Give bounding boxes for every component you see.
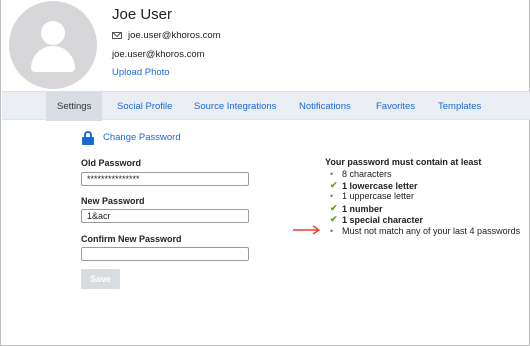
check-icon: ✔ [330, 214, 338, 224]
requirement-item: • 1 uppercase letter [330, 191, 414, 201]
change-password-link[interactable]: Change Password [103, 132, 181, 143]
requirement-item: ✔ 1 special character [330, 214, 423, 225]
lock-body [82, 137, 94, 145]
bullet-icon: • [330, 169, 334, 179]
tab-social-profile[interactable]: Social Profile [117, 92, 172, 121]
confirm-password-field[interactable] [81, 247, 249, 261]
old-password-field[interactable] [81, 172, 249, 186]
save-button[interactable]: Save [81, 269, 120, 289]
requirement-item: ✔ 1 lowercase letter [330, 180, 418, 191]
profile-page: Joe User joe.user@khoros.com joe.user@kh… [0, 0, 530, 346]
red-arrow-icon [293, 225, 321, 235]
avatar-body [31, 46, 75, 72]
check-icon: ✔ [330, 203, 338, 213]
requirements-title: Your password must contain at least [325, 157, 482, 167]
user-name: Joe User [112, 6, 173, 23]
check-icon: ✔ [330, 180, 338, 190]
requirement-text: 8 characters [342, 169, 392, 179]
requirement-text: Must not match any of your last 4 passwo… [342, 226, 521, 236]
requirement-item: ✔ 1 number [330, 203, 383, 214]
requirement-text: 1 special character [342, 214, 424, 225]
envelope-icon [112, 32, 122, 39]
new-password-label: New Password [81, 196, 145, 206]
tab-source-integrations[interactable]: Source Integrations [194, 92, 276, 121]
tab-favorites[interactable]: Favorites [376, 92, 415, 121]
bullet-icon: • [330, 226, 334, 236]
upload-photo-link[interactable]: Upload Photo [112, 67, 170, 78]
tab-bar: Settings Social Profile Source Integrati… [2, 91, 530, 121]
lock-icon [82, 131, 94, 145]
tab-templates[interactable]: Templates [438, 92, 481, 121]
requirement-text: 1 lowercase letter [342, 180, 418, 191]
avatar-head [41, 21, 65, 45]
email-text: joe.user@khoros.com [128, 30, 221, 41]
email-row: joe.user@khoros.com [112, 30, 221, 41]
requirement-item: • 8 characters [330, 169, 392, 179]
login-email: joe.user@khoros.com [112, 49, 205, 60]
avatar[interactable] [9, 1, 97, 89]
bullet-icon: • [330, 191, 334, 201]
old-password-label: Old Password [81, 158, 142, 168]
requirement-text: 1 uppercase letter [342, 191, 415, 201]
confirm-password-label: Confirm New Password [81, 234, 182, 244]
requirement-text: 1 number [342, 203, 383, 214]
requirement-item: • Must not match any of your last 4 pass… [330, 226, 520, 236]
tab-settings[interactable]: Settings [46, 92, 103, 121]
tab-notifications[interactable]: Notifications [299, 92, 351, 121]
new-password-field[interactable] [81, 209, 249, 223]
